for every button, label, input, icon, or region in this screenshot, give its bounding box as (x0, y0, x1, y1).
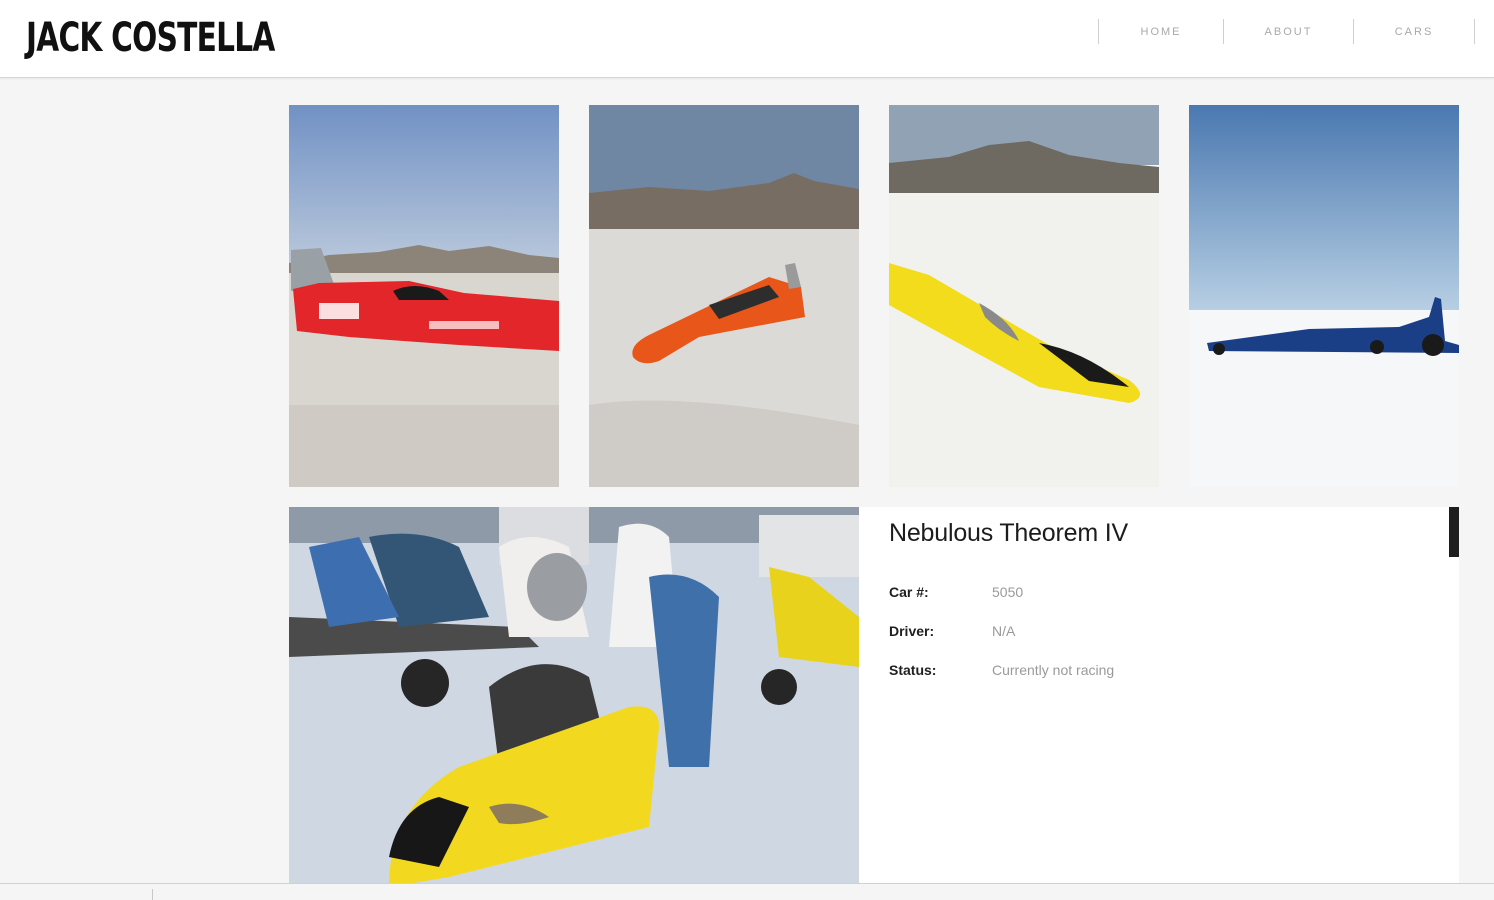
nav-item-cars[interactable]: CARS (1354, 26, 1474, 40)
car-detail-panel: Nebulous Theorem IV Car #: 5050 Driver: … (859, 507, 1459, 883)
gallery-thumb-yellow-car[interactable] (889, 105, 1159, 487)
car-feature-photo (289, 507, 859, 883)
car-title: Nebulous Theorem IV (889, 519, 1128, 547)
blue-car-photo (1189, 105, 1459, 487)
driver-value: N/A (992, 623, 1016, 639)
yellow-car-photo (889, 105, 1159, 487)
car-number-label: Car #: (889, 584, 929, 600)
gallery-thumb-blue-car[interactable] (1189, 105, 1459, 487)
nav-divider (1474, 19, 1475, 44)
orange-car-photo (589, 105, 859, 487)
status-label: Status: (889, 662, 937, 678)
nav-item-about[interactable]: ABOUT (1224, 26, 1353, 40)
nav-item-home[interactable]: HOME (1099, 26, 1223, 40)
status-value: Currently not racing (992, 662, 1115, 678)
red-car-photo (289, 105, 559, 487)
driver-label: Driver: (889, 623, 935, 639)
accent-bar (1449, 507, 1459, 557)
site-logo[interactable]: JACK COSTELLA (26, 13, 275, 63)
car-number-value: 5050 (992, 584, 1024, 600)
crew-with-yellow-car-photo (289, 507, 859, 883)
gallery-thumb-red-car[interactable] (289, 105, 559, 487)
footer-tick (152, 889, 153, 900)
site-header: JACK COSTELLA HOME ABOUT CARS (0, 0, 1494, 78)
gallery-thumb-orange-car[interactable] (589, 105, 859, 487)
footer-divider (0, 883, 1494, 884)
